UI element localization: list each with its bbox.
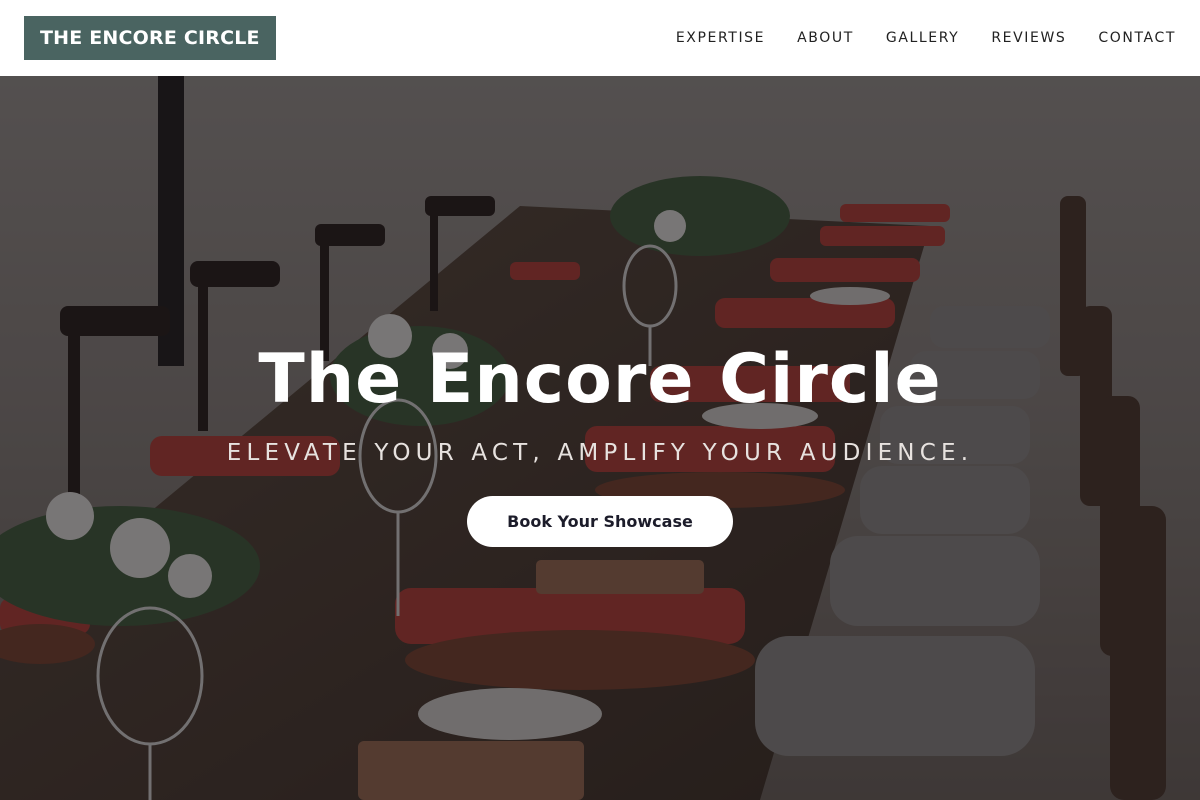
nav-link-expertise[interactable]: EXPERTISE [676, 30, 765, 46]
hero-content: The Encore Circle ELEVATE YOUR ACT, AMPL… [0, 338, 1200, 547]
nav-link-reviews[interactable]: REVIEWS [991, 30, 1066, 46]
hero-title: The Encore Circle [258, 340, 942, 419]
nav-link-contact[interactable]: CONTACT [1098, 30, 1176, 46]
site-header: THE ENCORE CIRCLE EXPERTISE ABOUT GALLER… [0, 0, 1200, 76]
hero-subtitle: ELEVATE YOUR ACT, AMPLIFY YOUR AUDIENCE. [226, 440, 974, 466]
site-logo[interactable]: THE ENCORE CIRCLE [24, 16, 276, 60]
main-nav: EXPERTISE ABOUT GALLERY REVIEWS CONTACT [676, 30, 1176, 46]
nav-link-about[interactable]: ABOUT [797, 30, 854, 46]
book-showcase-button[interactable]: Book Your Showcase [467, 496, 733, 547]
hero-section: The Encore Circle ELEVATE YOUR ACT, AMPL… [0, 76, 1200, 800]
nav-link-gallery[interactable]: GALLERY [886, 30, 959, 46]
